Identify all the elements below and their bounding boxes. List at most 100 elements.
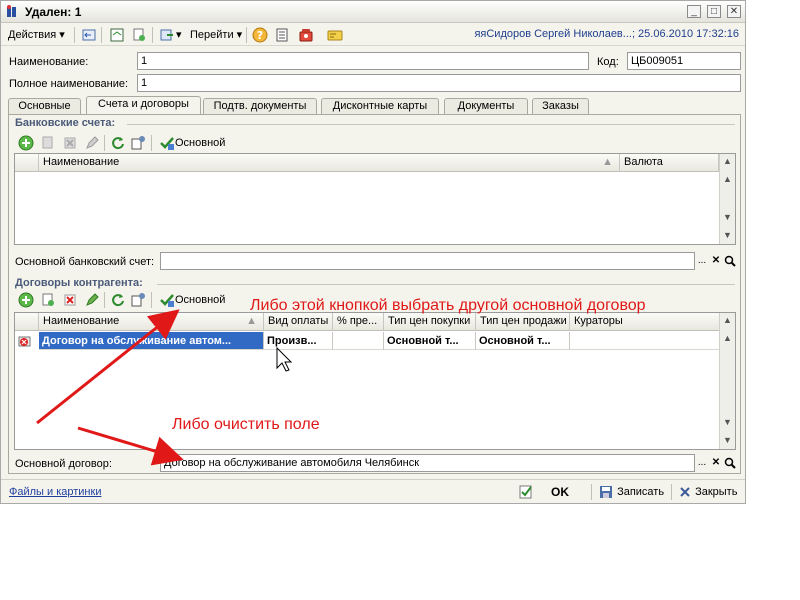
main-account-label: Основной банковский счет: (15, 256, 155, 268)
save-button[interactable]: Записать (598, 484, 664, 500)
files-pictures-link[interactable]: Файлы и картинки (9, 486, 101, 498)
bank-accounts-grid: Наименование ▲ Валюта ▲ ▲ ▼ ▼ (14, 153, 736, 245)
bank-col-name[interactable]: Наименование ▲ (39, 154, 620, 172)
save-icon (600, 486, 612, 499)
tab-documents[interactable]: Документы (444, 98, 528, 115)
contracts-col-payment[interactable]: Вид оплаты (264, 313, 333, 331)
name-field[interactable]: 1 (137, 52, 589, 70)
contracts-grid-scrollbar[interactable]: ▲ ▲ ▼ ▼ (719, 313, 735, 449)
scroll-down-icon[interactable]: ▼ (720, 228, 735, 243)
sort-icon: ▲ (602, 156, 613, 168)
bank-col-currency[interactable]: Валюта (620, 154, 719, 172)
bank-main-button[interactable]: Основной (159, 135, 225, 151)
contacts-icon[interactable] (327, 27, 343, 43)
delete-contract-icon[interactable] (62, 292, 78, 308)
refresh-contracts-icon[interactable] (110, 292, 126, 308)
tab-main[interactable]: Основные (8, 98, 81, 115)
row-curators-cell[interactable] (570, 332, 719, 350)
form-window: Удален: 1 _ □ ✕ Действия ▾ ▾ Перейти ▾ ?… (0, 0, 746, 504)
fullname-label: Полное наименование: (9, 78, 129, 90)
edit-contract-icon[interactable] (84, 292, 100, 308)
user-info: яяСидоров Сергей Николаев...; 25.06.2010… (474, 28, 739, 40)
contracts-col-name[interactable]: Наименование ▲ (39, 313, 264, 331)
goto-menu[interactable]: Перейти ▾ (190, 27, 242, 43)
structure-icon[interactable] (109, 27, 125, 43)
ok-button[interactable]: OK (551, 485, 569, 499)
contract-settings-icon[interactable] (130, 292, 146, 308)
tab-confirm-docs[interactable]: Подтв. документы (203, 98, 317, 115)
row-name-cell[interactable]: Договор на обслуживание автом... (39, 332, 264, 350)
contracts-main-button[interactable]: Основной (159, 292, 225, 308)
scroll-up-icon[interactable]: ▲ (720, 313, 735, 328)
tab-orders[interactable]: Заказы (532, 98, 589, 115)
contracts-grid: Наименование ▲ Вид оплаты % пре... Тип це… (14, 312, 736, 450)
title-bar: Удален: 1 _ □ ✕ (1, 1, 745, 23)
contracts-col-curators[interactable]: Кураторы (570, 313, 719, 331)
tab-accounts-contracts[interactable]: Счета и договоры (86, 96, 201, 115)
scroll-bottom-icon[interactable]: ▼ (720, 210, 735, 225)
code-label: Код: (597, 56, 619, 68)
minimize-button[interactable]: _ (687, 5, 701, 18)
refresh-icon[interactable] (110, 135, 126, 151)
contracts-title: Договоры контрагента: (15, 277, 143, 289)
main-account-field[interactable] (160, 252, 695, 270)
checkmark-icon (160, 294, 174, 308)
window-title: Удален: 1 (25, 5, 82, 19)
clear-contract-button[interactable]: ✕ (709, 455, 723, 471)
search-contract-icon[interactable] (723, 455, 737, 471)
settings-icon[interactable] (130, 135, 146, 151)
tab-panel: Банковские счета: Основной Наименование ▲… (8, 114, 741, 474)
scroll-bottom-icon[interactable]: ▼ (720, 415, 735, 430)
contracts-col-buy-price[interactable]: Тип цен покупки (384, 313, 476, 331)
list-icon[interactable] (274, 27, 290, 43)
main-contract-field[interactable]: Договор на обслуживание автомобиля Челяб… (160, 454, 695, 472)
code-field[interactable]: ЦБ009051 (627, 52, 741, 70)
ok-check-icon (519, 485, 532, 499)
bank-grid-scrollbar[interactable]: ▲ ▲ ▼ ▼ (719, 154, 735, 244)
add-contract-icon[interactable] (18, 292, 34, 308)
based-on-icon[interactable] (159, 27, 175, 43)
app-icon (7, 5, 16, 17)
maximize-button[interactable]: □ (707, 5, 721, 18)
row-buy-price-cell[interactable]: Основной т... (384, 332, 476, 350)
checkmark-icon (160, 137, 174, 151)
select-account-button[interactable]: ... (695, 253, 709, 269)
help-icon[interactable]: ? (252, 27, 268, 43)
row-sell-price-cell[interactable]: Основной т... (476, 332, 570, 350)
clear-account-button[interactable]: ✕ (709, 253, 723, 269)
select-contract-button[interactable]: ... (695, 455, 709, 471)
search-account-icon[interactable] (723, 253, 737, 269)
deleted-mark-icon (18, 336, 31, 347)
close-window-button[interactable]: ✕ (727, 5, 741, 18)
main-contract-label: Основной договор: (15, 458, 112, 470)
fullname-field[interactable]: 1 (137, 74, 741, 92)
close-icon (680, 487, 690, 497)
scroll-top-icon[interactable]: ▲ (720, 331, 735, 346)
based-on-dropdown[interactable]: ▾ (176, 27, 182, 43)
bank-accounts-title: Банковские счета: (15, 117, 116, 129)
edit-row-icon[interactable] (84, 135, 100, 151)
copy-icon[interactable] (131, 27, 147, 43)
scroll-up-icon[interactable]: ▲ (720, 154, 735, 169)
row-pct-cell[interactable] (333, 332, 384, 350)
contracts-col-sell-price[interactable]: Тип цен продажи (476, 313, 570, 331)
copy-row-icon[interactable] (40, 135, 56, 151)
annotation-text-clear-field: Либо очистить поле (172, 416, 320, 433)
close-button[interactable]: Закрыть (678, 484, 737, 500)
row-payment-cell[interactable]: Произв... (264, 332, 333, 350)
go-back-icon[interactable] (81, 27, 97, 43)
phone-icon[interactable] (298, 27, 314, 43)
copy-contract-icon[interactable] (40, 292, 56, 308)
sort-icon: ▲ (246, 315, 257, 327)
add-icon[interactable] (18, 135, 34, 151)
name-label: Наименование: (9, 56, 89, 68)
annotation-text-main-button: Либо этой кнопкой выбрать другой основно… (250, 297, 646, 314)
scroll-top-icon[interactable]: ▲ (720, 172, 735, 187)
tab-discount-cards[interactable]: Дисконтные карты (321, 98, 439, 115)
actions-menu[interactable]: Действия ▾ (8, 27, 65, 43)
delete-row-icon[interactable] (62, 135, 78, 151)
toolbar: Действия ▾ ▾ Перейти ▾ ? яяСидоров Серге… (1, 24, 745, 46)
contracts-col-pct[interactable]: % пре... (333, 313, 384, 331)
scroll-down-icon[interactable]: ▼ (720, 433, 735, 448)
table-row[interactable]: Договор на обслуживание автом... Произв.… (15, 332, 719, 350)
